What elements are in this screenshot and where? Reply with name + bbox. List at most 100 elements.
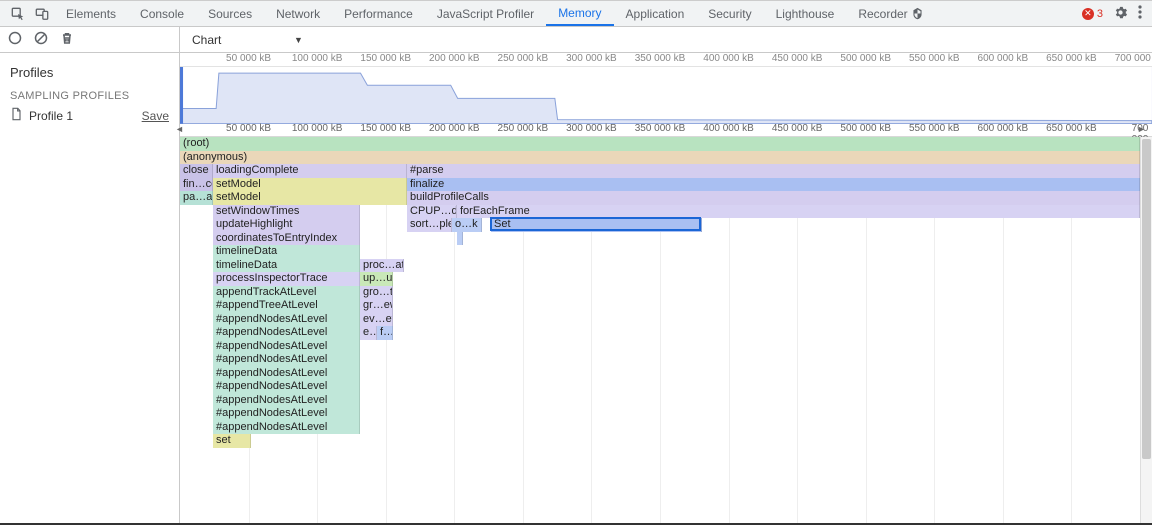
- flame-bar[interactable]: up…up: [360, 272, 393, 286]
- tab-sources[interactable]: Sources: [196, 1, 264, 26]
- view-select[interactable]: Chart: [188, 31, 288, 49]
- profile-save-link[interactable]: Save: [142, 109, 169, 123]
- flame-bar[interactable]: finalize: [407, 178, 1140, 192]
- device-icon[interactable]: [30, 1, 54, 26]
- flame-bar[interactable]: o…k: [452, 218, 482, 232]
- ruler-tick: 200 000 kB: [429, 53, 480, 64]
- ruler-tick: 400 000 kB: [703, 123, 754, 134]
- ruler-tick: 550 000 kB: [909, 123, 960, 134]
- flame-bar[interactable]: coordinatesToEntryIndex: [213, 232, 360, 246]
- tab-application[interactable]: Application: [614, 1, 697, 26]
- record-icon[interactable]: [8, 31, 22, 48]
- flame-bar[interactable]: forEachFrame: [457, 205, 1140, 219]
- overview-chart[interactable]: [180, 67, 1152, 123]
- flame-bar[interactable]: #appendNodesAtLevel: [213, 407, 360, 421]
- flame-bar[interactable]: setWindowTimes: [213, 205, 360, 219]
- document-icon: [10, 107, 23, 124]
- flame-row: #appendNodesAtLevel: [180, 340, 1152, 354]
- flame-bar[interactable]: #appendNodesAtLevel: [213, 394, 360, 408]
- tab-lighthouse[interactable]: Lighthouse: [764, 1, 847, 26]
- flame-row: timelineData: [180, 245, 1152, 259]
- flame-bar[interactable]: CPUP…del: [407, 205, 457, 219]
- sidebar-section: SAMPLING PROFILES: [0, 84, 179, 104]
- flame-bar[interactable]: (root): [180, 137, 1140, 151]
- flame-bar[interactable]: close: [180, 164, 213, 178]
- flame-bar[interactable]: ev…ew: [360, 313, 393, 327]
- ruler-tick: 200 000 kB: [429, 123, 480, 134]
- flame-bar[interactable]: buildProfileCalls: [407, 191, 1140, 205]
- flame-bar[interactable]: #appendNodesAtLevel: [213, 353, 360, 367]
- tab-javascript-profiler[interactable]: JavaScript Profiler: [425, 1, 546, 26]
- ruler-tick: 150 000 kB: [360, 53, 411, 64]
- ruler-tick: 500 000 kB: [840, 53, 891, 64]
- tab-elements[interactable]: Elements: [54, 1, 128, 26]
- flame-bar[interactable]: #appendNodesAtLevel: [213, 313, 360, 327]
- flame-bar[interactable]: (anonymous): [180, 151, 1140, 165]
- flame-row: setWindowTimes CPUP…delforEachFrame: [180, 205, 1152, 219]
- flame-bar[interactable]: #appendNodesAtLevel: [213, 421, 360, 435]
- flame-bar[interactable]: gr…ew: [360, 299, 393, 313]
- ruler-tick: 700 000 kB: [1115, 53, 1152, 64]
- inspect-icon[interactable]: [6, 1, 30, 26]
- flame-bar[interactable]: #appendTreeAtLevel: [213, 299, 360, 313]
- flame-row: set: [180, 434, 1152, 448]
- ruler-tick: 650 000 kB: [1046, 123, 1097, 134]
- flame-row: #appendNodesAtLevel: [180, 394, 1152, 408]
- flame-bar[interactable]: [457, 232, 463, 246]
- flame-bar[interactable]: #appendNodesAtLevel: [213, 326, 360, 340]
- flame-row: #appendNodesAtLevel: [180, 407, 1152, 421]
- ruler-tick: 350 000 kB: [635, 123, 686, 134]
- flame-row: updateHighlight sort…pleso…k Set: [180, 218, 1152, 232]
- flame-bar[interactable]: loadingComplete: [213, 164, 407, 178]
- flame-bar[interactable]: proc…ata: [360, 259, 404, 273]
- flame-row: appendTrackAtLevelgro…ts: [180, 286, 1152, 300]
- flame-bar[interactable]: fin…ce: [180, 178, 213, 192]
- flame-bar[interactable]: #appendNodesAtLevel: [213, 380, 360, 394]
- flame-bar[interactable]: setModel: [213, 178, 407, 192]
- flame-row: #appendTreeAtLevelgr…ew: [180, 299, 1152, 313]
- scrollbar-thumb[interactable]: [1142, 139, 1151, 459]
- flame-bar[interactable]: Set: [491, 218, 702, 232]
- tab-memory[interactable]: Memory: [546, 1, 613, 26]
- flame-bar[interactable]: pa…at: [180, 191, 213, 205]
- flame-bar[interactable]: appendTrackAtLevel: [213, 286, 360, 300]
- flame-bar[interactable]: gro…ts: [360, 286, 393, 300]
- settings-icon[interactable]: [1113, 5, 1128, 23]
- vertical-scrollbar[interactable]: [1140, 137, 1152, 523]
- tab-console[interactable]: Console: [128, 1, 196, 26]
- more-icon[interactable]: [1138, 5, 1142, 22]
- flame-bar[interactable]: #parse: [407, 164, 1140, 178]
- flame-row: timelineDataproc…ata: [180, 259, 1152, 273]
- flame-row: fin…cesetModelfinalize: [180, 178, 1152, 192]
- flame-bar[interactable]: e…: [360, 326, 377, 340]
- tab-performance[interactable]: Performance: [332, 1, 425, 26]
- ruler-tick: 400 000 kB: [703, 53, 754, 64]
- flame-ruler[interactable]: ◄ ► 50 000 kB100 000 kB150 000 kB200 000…: [180, 123, 1152, 137]
- flame-bar[interactable]: set: [213, 434, 251, 448]
- flame-bar[interactable]: processInspectorTrace: [213, 272, 360, 286]
- profile-item[interactable]: Profile 1 Save: [0, 104, 179, 127]
- flame-bar[interactable]: f…r: [377, 326, 393, 340]
- error-counter[interactable]: ✕ 3: [1082, 8, 1103, 20]
- flame-chart[interactable]: (root)(anonymous)closeloadingComplete#pa…: [180, 137, 1152, 523]
- tab-recorder[interactable]: Recorder: [846, 1, 936, 26]
- flame-bar[interactable]: #appendNodesAtLevel: [213, 340, 360, 354]
- devtools-tabbar: ElementsConsoleSourcesNetworkPerformance…: [0, 1, 1152, 27]
- tab-network[interactable]: Network: [264, 1, 332, 26]
- flame-row: #appendNodesAtLevel: [180, 421, 1152, 435]
- flame-bar[interactable]: #appendNodesAtLevel: [213, 367, 360, 381]
- profiles-sidebar: Profiles SAMPLING PROFILES Profile 1 Sav…: [0, 53, 180, 523]
- chevron-left-icon[interactable]: ◄: [175, 124, 185, 134]
- chevron-down-icon: ▼: [294, 35, 303, 45]
- flame-bar[interactable]: updateHighlight: [213, 218, 360, 232]
- flame-bar[interactable]: setModel: [213, 191, 407, 205]
- flame-bar[interactable]: timelineData: [213, 245, 360, 259]
- delete-icon[interactable]: [60, 31, 74, 48]
- flame-pane: 50 000 kB100 000 kB150 000 kB200 000 kB2…: [180, 53, 1152, 523]
- flame-bar[interactable]: timelineData: [213, 259, 360, 273]
- tab-security[interactable]: Security: [696, 1, 763, 26]
- clear-icon[interactable]: [34, 31, 48, 48]
- ruler-tick: 450 000 kB: [772, 53, 823, 64]
- flame-bar[interactable]: sort…ples: [407, 218, 452, 232]
- ruler-tick: 50 000 kB: [226, 123, 271, 134]
